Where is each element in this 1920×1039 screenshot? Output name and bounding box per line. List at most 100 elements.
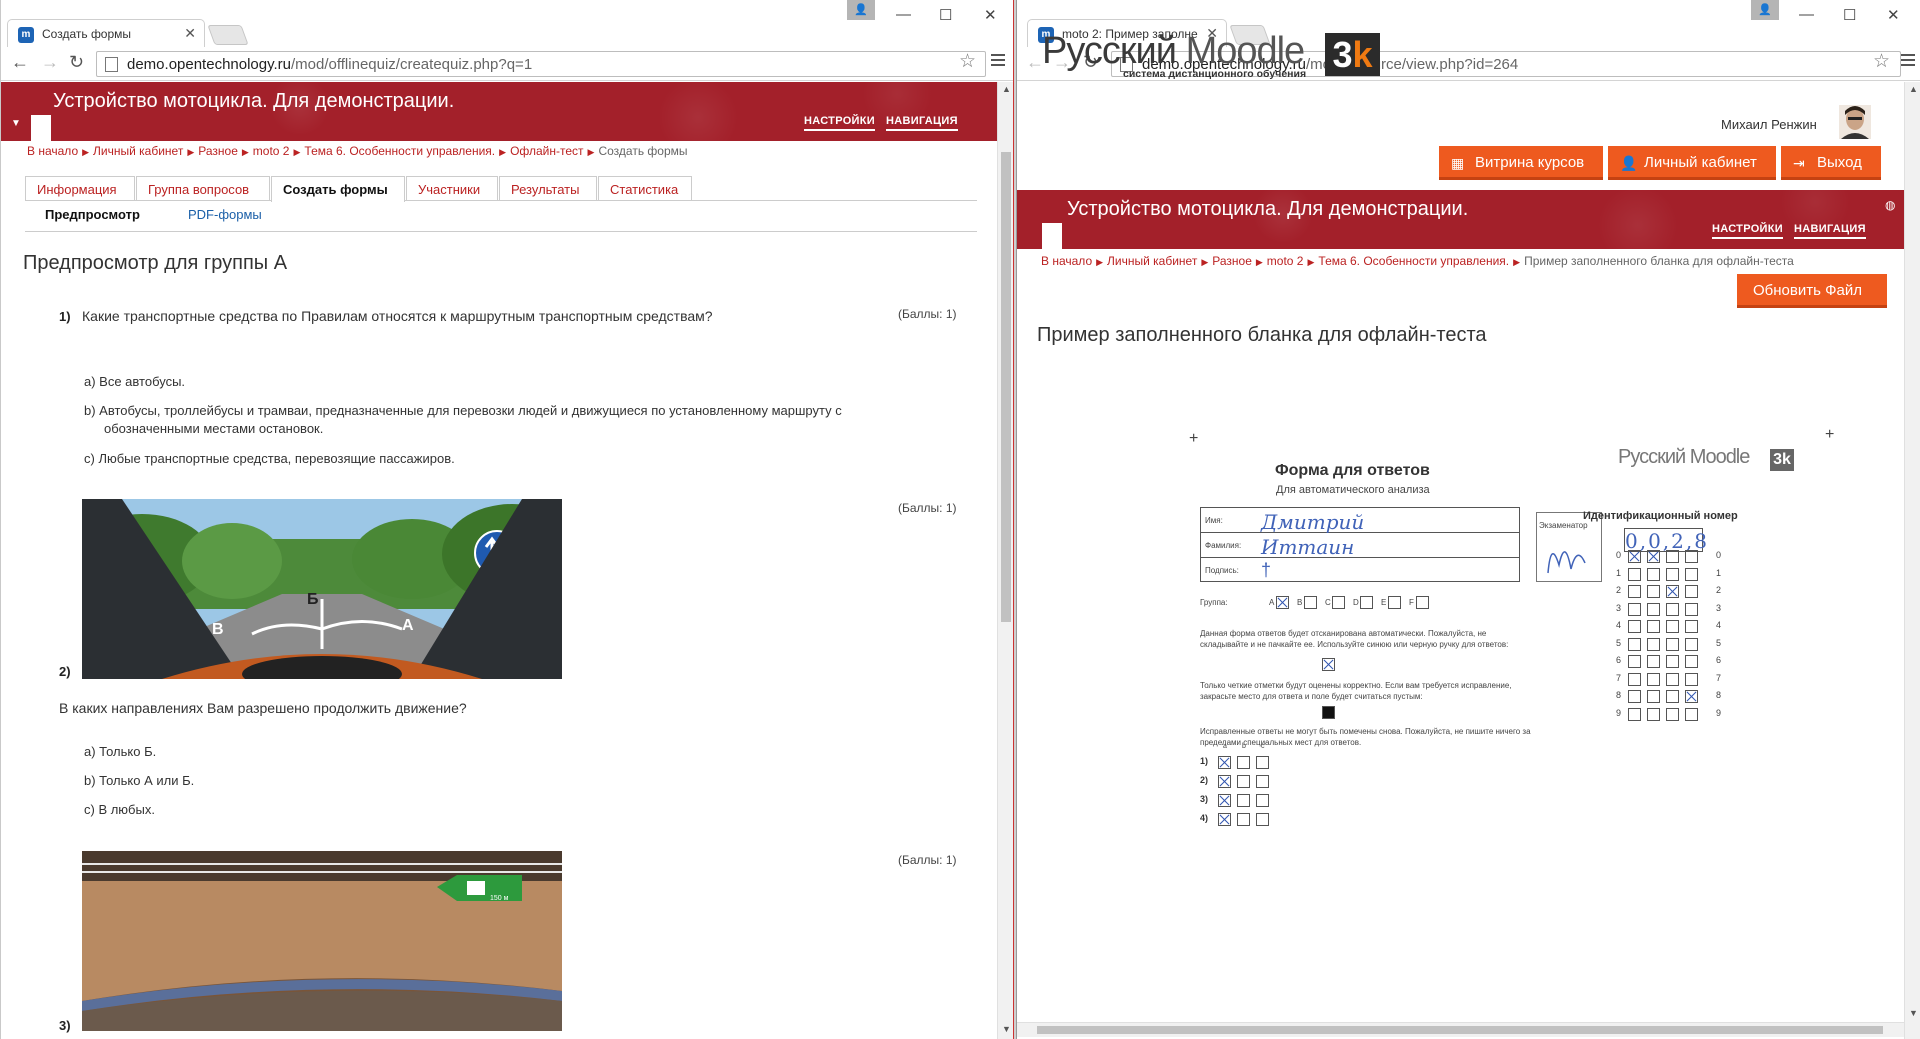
- question-number: 2): [59, 664, 71, 679]
- address-bar[interactable]: demo.opentechnology.ru/mod/offlinequiz/c…: [96, 51, 986, 77]
- scroll-up-icon[interactable]: ▲: [1002, 84, 1011, 94]
- subtab-preview[interactable]: Предпросмотр: [45, 207, 140, 222]
- scroll-down-icon[interactable]: ▼: [1002, 1024, 1011, 1034]
- id-digit-label: 9: [1716, 707, 1722, 718]
- tab-results[interactable]: Результаты: [499, 176, 597, 201]
- answer-row-label: 2): [1200, 775, 1209, 785]
- answer-checkbox: [1256, 813, 1269, 826]
- user-profile-icon[interactable]: 👤: [847, 0, 875, 20]
- dashboard-button[interactable]: 👤 Личный кабинет: [1608, 146, 1776, 180]
- close-window-icon[interactable]: ✕: [984, 6, 997, 24]
- grid-icon: ▦: [1451, 155, 1465, 171]
- handwritten-name: Дмитрий: [1261, 510, 1365, 534]
- answer-checkbox: [1237, 794, 1250, 807]
- tab-question-groups[interactable]: Группа вопросов: [136, 176, 270, 201]
- subtab-pdf-forms[interactable]: PDF-формы: [188, 207, 262, 222]
- breadcrumb-current: Создать формы: [598, 144, 688, 158]
- browser-tab-active[interactable]: m Создать формы ✕: [7, 19, 205, 47]
- scrollbar-thumb[interactable]: [1037, 1026, 1883, 1034]
- answer-option: c) В любых.: [84, 802, 155, 817]
- answer-option: b) Автобусы, троллейбусы и трамваи, пред…: [84, 403, 842, 436]
- breadcrumb-separator-icon: ▶: [499, 147, 507, 157]
- form-logo-badge: 3k: [1770, 449, 1794, 471]
- scrollbar-thumb[interactable]: [1001, 152, 1011, 622]
- site-logo[interactable]: Русский Moodle: [1042, 30, 1305, 73]
- breadcrumb-current: Пример заполненного бланка для офлайн-те…: [1524, 254, 1794, 268]
- browser-menu-icon[interactable]: [1901, 54, 1915, 66]
- breadcrumb-separator-icon: ▶: [187, 147, 195, 157]
- question-number: 1): [59, 309, 71, 324]
- back-icon[interactable]: ←: [11, 52, 29, 73]
- id-digit-label: 7: [1716, 672, 1722, 683]
- reload-icon[interactable]: ↻: [69, 52, 84, 73]
- id-checkbox: [1647, 637, 1660, 651]
- group-checkbox: [1360, 596, 1373, 609]
- navigation-link[interactable]: НАВИГАЦИЯ: [1794, 223, 1866, 239]
- id-digit-label: 0: [1716, 550, 1722, 560]
- breadcrumb-link[interactable]: Офлайн-тест: [510, 144, 583, 158]
- update-file-button[interactable]: Обновить Файл: [1737, 274, 1887, 308]
- id-checkbox: [1647, 672, 1660, 686]
- breadcrumb-link[interactable]: Тема 6. Особенности управления.: [304, 144, 495, 158]
- answer-row-label: 1): [1200, 756, 1209, 766]
- tab-statistics[interactable]: Статистика: [598, 176, 692, 201]
- dropdown-arrow-icon[interactable]: ▼: [11, 118, 21, 129]
- breadcrumb-link[interactable]: В начало: [1041, 254, 1092, 268]
- tab-participants[interactable]: Участники: [406, 176, 498, 201]
- settings-link[interactable]: НАСТРОЙКИ: [1712, 223, 1783, 239]
- banner-block: [31, 115, 51, 141]
- vertical-scrollbar[interactable]: ▲ ▼: [997, 82, 1013, 1039]
- breadcrumb-separator-icon: ▶: [82, 147, 90, 157]
- minimize-icon[interactable]: —: [1799, 6, 1814, 23]
- breadcrumb-link[interactable]: Разное: [198, 144, 238, 158]
- user-profile-icon[interactable]: 👤: [1751, 0, 1779, 20]
- course-catalog-button[interactable]: ▦ Витрина курсов: [1439, 146, 1603, 180]
- user-name[interactable]: Михаил Ренжин: [1721, 117, 1817, 132]
- bookmark-star-icon[interactable]: ☆: [959, 50, 976, 73]
- id-checkbox: [1666, 655, 1679, 668]
- breadcrumb-separator-icon: ▶: [1201, 257, 1209, 267]
- id-checkbox: [1685, 690, 1698, 703]
- horizontal-scrollbar[interactable]: [1017, 1022, 1904, 1037]
- breadcrumb-link[interactable]: moto 2: [253, 144, 290, 158]
- id-checkbox: [1666, 602, 1679, 616]
- forward-icon[interactable]: →: [41, 52, 59, 73]
- id-digit-label: 1: [1716, 567, 1722, 578]
- browser-menu-icon[interactable]: [991, 54, 1005, 66]
- bookmark-star-icon[interactable]: ☆: [1873, 50, 1890, 73]
- tab-info[interactable]: Информация: [25, 176, 135, 201]
- scroll-up-icon[interactable]: ▲: [1909, 84, 1918, 94]
- answer-col-label: a: [1223, 743, 1227, 750]
- scroll-down-icon[interactable]: ▼: [1909, 1008, 1918, 1018]
- page-title: Пример заполненного бланка для офлайн-те…: [1037, 324, 1487, 346]
- close-window-icon[interactable]: ✕: [1887, 6, 1900, 24]
- id-checkbox: [1666, 550, 1679, 563]
- id-checkbox: [1685, 707, 1698, 721]
- vertical-scrollbar[interactable]: ▲ ▼: [1904, 82, 1920, 1039]
- minimize-icon[interactable]: —: [896, 6, 911, 23]
- id-checkbox: [1647, 567, 1660, 581]
- answer-checkbox: [1218, 756, 1231, 769]
- logo-subtitle: система дистанционного обучения: [1123, 68, 1307, 80]
- id-checkbox: [1685, 637, 1698, 651]
- breadcrumb-link[interactable]: moto 2: [1267, 254, 1304, 268]
- course-banner: Устройство мотоцикла. Для демонстрации. …: [1017, 190, 1904, 249]
- navigation-link[interactable]: НАВИГАЦИЯ: [886, 115, 958, 131]
- globe-icon[interactable]: ◍: [1885, 198, 1895, 212]
- new-tab-button[interactable]: [207, 25, 249, 45]
- settings-link[interactable]: НАСТРОЙКИ: [804, 115, 875, 131]
- id-digit-label: 3: [1716, 602, 1722, 613]
- road-label-v: В: [212, 621, 224, 638]
- breadcrumb-link[interactable]: В начало: [27, 144, 78, 158]
- close-tab-icon[interactable]: ✕: [184, 25, 196, 42]
- breadcrumb-link[interactable]: Личный кабинет: [1107, 254, 1197, 268]
- maximize-icon[interactable]: ☐: [939, 6, 952, 24]
- breadcrumb-link[interactable]: Тема 6. Особенности управления.: [1318, 254, 1509, 268]
- breadcrumb-separator-icon: ▶: [293, 147, 301, 157]
- avatar[interactable]: [1839, 105, 1871, 139]
- maximize-icon[interactable]: ☐: [1843, 6, 1856, 24]
- breadcrumb-link[interactable]: Личный кабинет: [93, 144, 183, 158]
- logout-button[interactable]: ⇥ Выход: [1781, 146, 1881, 180]
- tab-create-forms[interactable]: Создать формы: [271, 176, 405, 202]
- breadcrumb-link[interactable]: Разное: [1212, 254, 1252, 268]
